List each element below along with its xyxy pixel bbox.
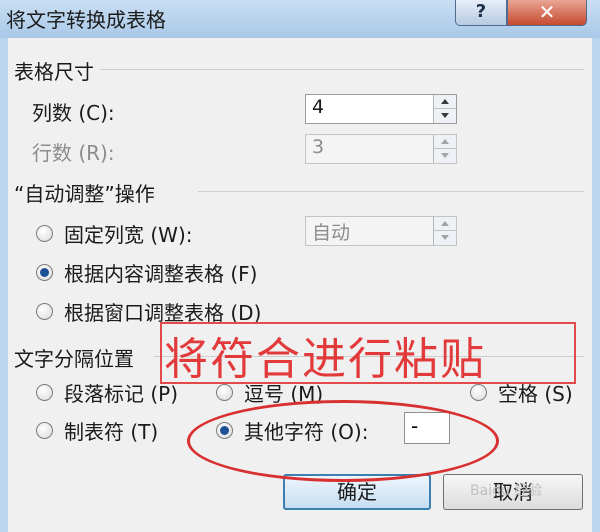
table-size-divider — [100, 69, 584, 70]
arrow-up-icon[interactable] — [434, 135, 456, 149]
rows-label-text: 行数 — [32, 141, 72, 165]
space-text: 空格 — [498, 382, 538, 406]
annotation-text: 将符合进行粘贴 — [164, 334, 486, 385]
arrow-down-icon[interactable] — [434, 109, 456, 123]
columns-spinner[interactable]: 4 — [305, 94, 457, 124]
table-size-heading: 表格尺寸 — [14, 60, 94, 84]
autofit-heading: “自动调整”操作 — [14, 182, 155, 206]
autofit-divider — [198, 191, 584, 192]
paragraph-text: 段落标记 — [64, 382, 144, 406]
dialog-window: 将文字转换成表格 ? ✕ 表格尺寸 列数 (C): 4 行数 (R): 3 “自… — [0, 0, 600, 532]
fixed-width-value: 自动 — [312, 222, 351, 244]
close-icon: ✕ — [538, 0, 556, 24]
dialog-title: 将文字转换成表格 — [6, 8, 166, 32]
fixed-width-spinner-arrows — [433, 217, 456, 245]
tab-text: 制表符 — [64, 420, 124, 444]
columns-value: 4 — [312, 96, 325, 118]
rows-label: 行数 (R): — [32, 137, 115, 166]
fit-contents-text: 根据内容调整表格 — [64, 262, 224, 286]
fixed-width-accel: (W): — [150, 223, 193, 247]
arrow-down-icon[interactable] — [434, 149, 456, 163]
arrow-up-icon[interactable] — [434, 217, 456, 231]
fixed-width-radio[interactable] — [36, 225, 53, 242]
tab-accel: (T) — [130, 420, 159, 444]
watermark: Baidu 经验 — [470, 483, 543, 499]
rows-value: 3 — [312, 136, 325, 158]
fit-contents-radio[interactable] — [36, 264, 53, 281]
rows-accel: (R): — [78, 141, 115, 165]
fit-contents-accel: (F) — [230, 262, 258, 286]
paragraph-radio[interactable] — [36, 384, 53, 401]
columns-label: 列数 (C): — [32, 97, 115, 126]
fit-contents-label[interactable]: 根据内容调整表格 (F) — [64, 258, 257, 287]
title-bar[interactable]: 将文字转换成表格 ? ✕ — [0, 0, 600, 38]
fixed-width-text: 固定列宽 — [64, 223, 144, 247]
separator-heading: 文字分隔位置 — [14, 347, 134, 371]
fixed-width-label[interactable]: 固定列宽 (W): — [64, 219, 192, 248]
annotation-ellipse — [187, 400, 499, 482]
space-accel: (S) — [544, 382, 573, 406]
tab-label[interactable]: 制表符 (T) — [64, 416, 158, 445]
help-button[interactable]: ? — [455, 0, 507, 26]
question-mark-icon: ? — [475, 1, 487, 22]
arrow-up-icon[interactable] — [434, 95, 456, 109]
columns-spinner-arrows — [433, 95, 456, 123]
columns-accel: (C): — [78, 101, 115, 125]
arrow-down-icon[interactable] — [434, 231, 456, 245]
rows-spinner[interactable]: 3 — [305, 134, 457, 164]
tab-radio[interactable] — [36, 422, 53, 439]
fixed-width-spinner[interactable]: 自动 — [305, 216, 457, 246]
fit-window-radio[interactable] — [36, 303, 53, 320]
columns-label-text: 列数 — [32, 101, 72, 125]
rows-spinner-arrows — [433, 135, 456, 163]
close-button[interactable]: ✕ — [507, 0, 587, 26]
